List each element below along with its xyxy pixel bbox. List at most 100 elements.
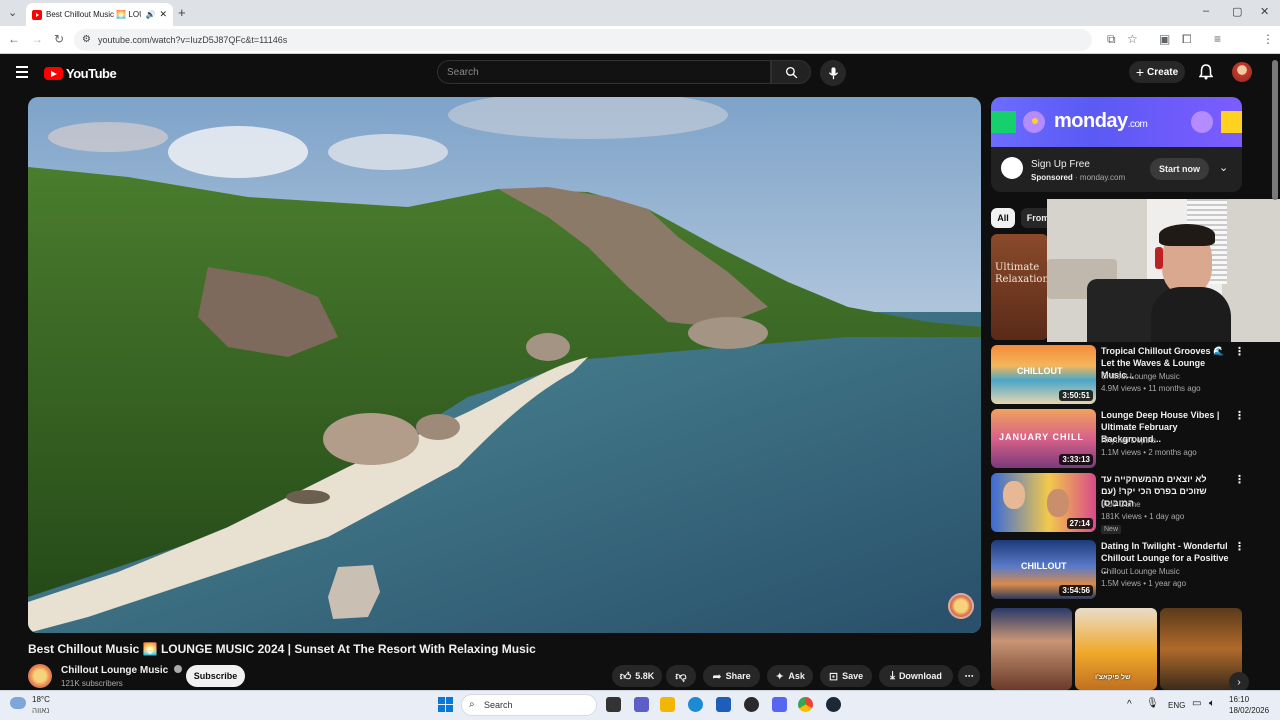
recommendation-thumbnail[interactable]: CHILLOUT 3:54:56 xyxy=(991,540,1096,599)
microphone-tray-icon[interactable]: 🎙︎ xyxy=(1146,698,1159,709)
channel-avatar[interactable] xyxy=(28,664,52,688)
media-icon[interactable]: ≡ xyxy=(1214,32,1221,46)
save-button[interactable]: ⊡ Save xyxy=(820,665,872,687)
notifications-bell-icon[interactable] xyxy=(1199,64,1213,80)
dislike-button[interactable]: 👎︎ xyxy=(666,665,696,687)
url-field[interactable]: ⚙ youtube.com/watch?v=IuzD5J87QFc&t=1114… xyxy=(74,29,1092,51)
ad-banner[interactable]: monday.com xyxy=(991,97,1242,147)
download-button[interactable]: ⤓ Download xyxy=(879,665,953,687)
more-horizontal-icon: ⋯ xyxy=(964,670,974,681)
edge-icon[interactable] xyxy=(688,697,703,712)
menu-kebab-icon[interactable]: ⋮ xyxy=(1262,32,1274,46)
share-icon: ➦ xyxy=(712,670,722,683)
store-icon[interactable] xyxy=(716,697,731,712)
recommendation-thumbnail[interactable]: CHILLOUT 3:50:51 xyxy=(991,345,1096,404)
recommendation-channel[interactable]: Chillout Lounge Music xyxy=(1101,567,1180,576)
sponsored-ad-card[interactable]: monday.com Sign Up Free Sponsored · mond… xyxy=(991,97,1242,192)
more-options-icon[interactable]: ⋮ xyxy=(1234,540,1245,553)
account-avatar[interactable] xyxy=(1232,62,1252,82)
teams-icon[interactable] xyxy=(634,697,649,712)
more-options-icon[interactable]: ⋮ xyxy=(1234,473,1245,486)
microphone-icon xyxy=(828,66,838,79)
page-scrollbar[interactable] xyxy=(1272,60,1278,200)
steam-icon[interactable] xyxy=(826,697,841,712)
search-input[interactable]: Search xyxy=(437,60,771,84)
more-actions-button[interactable]: ⋯ xyxy=(958,665,980,687)
hamburger-menu-icon[interactable] xyxy=(16,66,28,78)
search-icon: ⌕ xyxy=(469,699,475,710)
bookmark-star-icon[interactable]: ☆ xyxy=(1127,32,1138,46)
ask-button[interactable]: ✦ Ask xyxy=(767,665,813,687)
discord-icon[interactable] xyxy=(772,697,787,712)
voice-search-button[interactable] xyxy=(820,60,846,86)
share-button[interactable]: ➦ Share xyxy=(703,665,760,687)
recommendation-channel[interactable]: Rhythm Depths xyxy=(1101,436,1156,445)
minimize-icon[interactable]: – xyxy=(1203,5,1209,17)
subscribe-button[interactable]: Subscribe xyxy=(186,665,245,687)
cast-icon[interactable]: ⧉ xyxy=(1107,32,1116,47)
more-options-icon[interactable]: ⋮ xyxy=(1234,345,1245,358)
language-indicator[interactable]: ENG xyxy=(1168,701,1185,710)
create-button[interactable]: + Create xyxy=(1129,61,1185,83)
recommendation-channel[interactable]: Chillout Lounge Music xyxy=(1101,372,1180,381)
volume-icon[interactable]: 🔈︎ xyxy=(1209,698,1215,709)
tab-title: Best Chillout Music 🌅 LOU... xyxy=(46,10,142,19)
back-icon[interactable]: ← xyxy=(8,32,20,46)
video-duration: 3:50:51 xyxy=(1059,390,1093,401)
next-arrow-icon[interactable]: › xyxy=(1229,672,1249,692)
extension-icon[interactable]: ▣ xyxy=(1159,32,1170,46)
tab-list-icon[interactable]: ⌄ xyxy=(8,6,17,19)
heart-fill xyxy=(1032,118,1038,124)
channel-name[interactable]: Chillout Lounge Music xyxy=(61,665,182,676)
video-duration: 3:54:56 xyxy=(1059,585,1093,596)
ad-cta-button[interactable]: Start now xyxy=(1150,158,1209,180)
thumbnail-face xyxy=(1047,489,1069,517)
thumbnail-text: JANUARY CHILL xyxy=(999,432,1085,442)
subscriber-count: 121K subscribers xyxy=(61,679,123,688)
recommendation-channel[interactable]: Inde Game xyxy=(1101,500,1141,509)
short-thumbnail[interactable]: של פיקאצ'ו xyxy=(1075,608,1157,690)
close-window-icon[interactable]: ✕ xyxy=(1260,5,1269,18)
ad-expand-chevron-icon[interactable]: ⌄ xyxy=(1219,161,1228,174)
thumbs-down-icon: 👎︎ xyxy=(675,670,687,683)
youtube-logo[interactable]: YouTube xyxy=(44,66,117,81)
ad-green-block xyxy=(991,111,1016,133)
task-view-icon[interactable] xyxy=(606,697,621,712)
search-placeholder: Search xyxy=(447,66,479,78)
recommendation-thumbnail[interactable]: Ultimate Relaxation xyxy=(991,234,1048,340)
close-tab-icon[interactable]: ✕ xyxy=(159,9,167,20)
site-info-icon[interactable]: ⚙ xyxy=(82,34,91,45)
clock-date[interactable]: 18/02/2026 xyxy=(1229,706,1269,715)
more-options-icon[interactable]: ⋮ xyxy=(1234,409,1245,422)
reload-icon[interactable]: ↻ xyxy=(54,32,64,46)
forward-icon[interactable]: → xyxy=(31,32,43,46)
app-icon[interactable] xyxy=(744,697,759,712)
video-player[interactable] xyxy=(28,97,981,633)
recommendation-thumbnail[interactable]: 27:14 xyxy=(991,473,1096,532)
save-label: Save xyxy=(842,671,864,681)
weather-temp[interactable]: 18°C xyxy=(32,695,50,704)
channel-watermark[interactable] xyxy=(948,593,974,619)
search-button[interactable] xyxy=(771,60,811,84)
browser-tab[interactable]: Best Chillout Music 🌅 LOU... 🔊 ✕ xyxy=(26,3,173,26)
like-button[interactable]: 👍︎ 5.8K xyxy=(612,665,662,687)
short-thumbnail[interactable] xyxy=(991,608,1072,690)
puzzle-icon[interactable]: ⧠ xyxy=(1182,32,1192,47)
chrome-icon[interactable] xyxy=(798,697,813,712)
ad-headline: Sign Up Free xyxy=(1031,159,1090,170)
chip-all[interactable]: All xyxy=(991,208,1015,228)
network-icon[interactable]: ▭ xyxy=(1192,698,1201,709)
thumbnail-text: CHILLOUT xyxy=(1017,366,1063,376)
recommendation-thumbnail[interactable]: JANUARY CHILL 3:33:13 xyxy=(991,409,1096,468)
maximize-icon[interactable]: ▢ xyxy=(1232,5,1242,18)
new-tab-icon[interactable]: + xyxy=(178,5,186,20)
ad-sponsor-line: Sponsored · monday.com xyxy=(1031,173,1125,182)
windows-start-icon[interactable] xyxy=(438,697,453,712)
clock-time[interactable]: 16:10 xyxy=(1229,695,1249,704)
tray-chevron-icon[interactable]: ^ xyxy=(1127,699,1132,710)
ad-yellow-block xyxy=(1221,111,1242,133)
file-explorer-icon[interactable] xyxy=(660,697,675,712)
sparkle-icon: ✦ xyxy=(775,670,785,683)
heart-icon-right xyxy=(1191,111,1213,133)
taskbar-search[interactable]: ⌕ Search xyxy=(461,694,597,716)
